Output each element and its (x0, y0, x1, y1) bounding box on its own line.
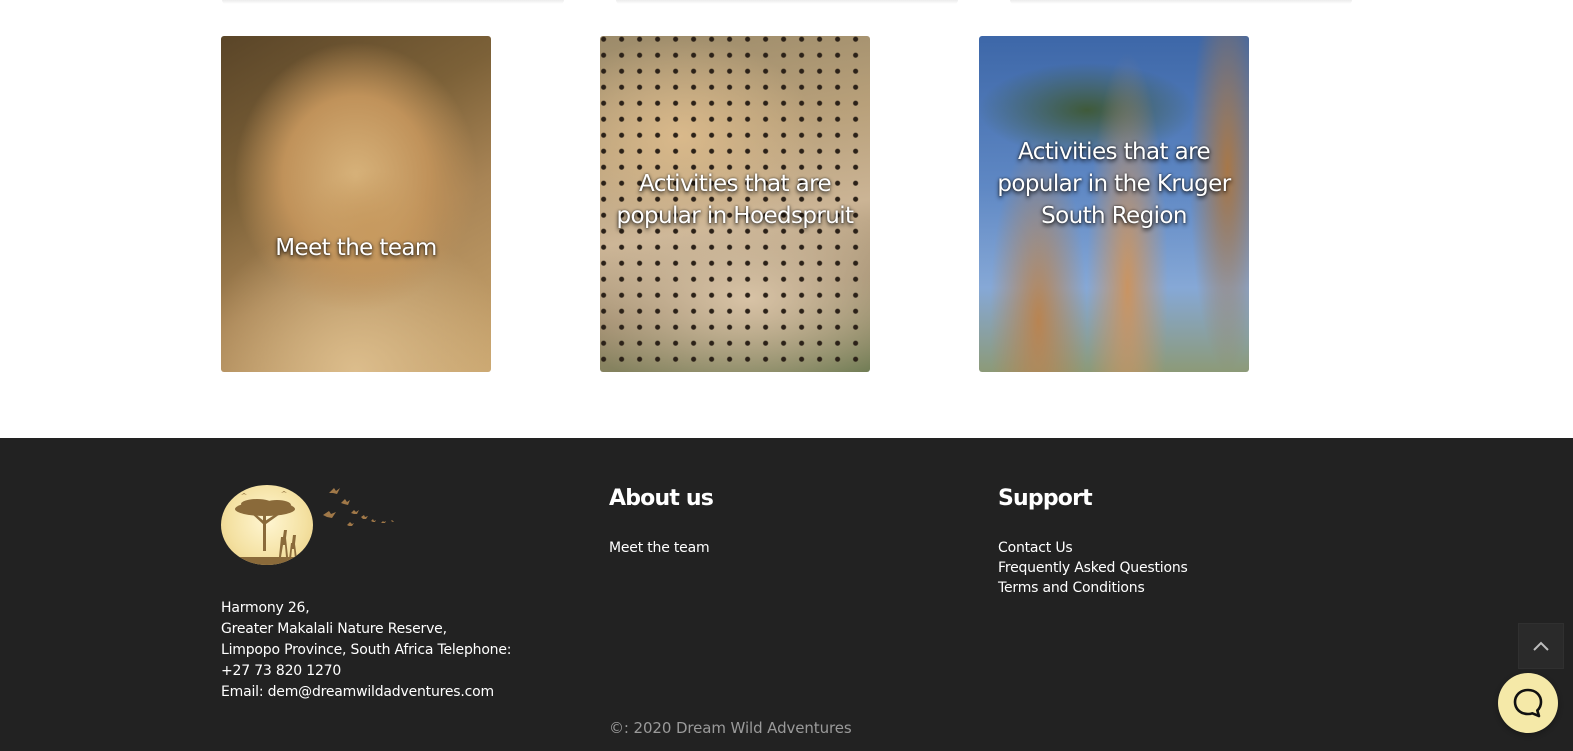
previous-section-edge (222, 0, 1352, 4)
lioness-image (221, 36, 491, 372)
support-heading: Support (998, 486, 1093, 511)
dream-wild-adventures-logo[interactable] (221, 485, 396, 565)
email-link[interactable]: dem@dreamwildadventures.com (268, 684, 495, 700)
previous-card-edge (1010, 0, 1352, 4)
address-line: Limpopo Province, South Africa Telephone… (221, 642, 512, 658)
card-kruger-south-activities[interactable]: Activities that are popular in the Kruge… (979, 36, 1249, 372)
footer-link-contact-us[interactable]: Contact Us (998, 538, 1188, 558)
telephone-number: +27 73 820 1270 (221, 663, 342, 679)
card-meet-the-team[interactable]: Meet the team (221, 36, 491, 372)
email-label: Email: (221, 684, 268, 700)
page: Meet the team Activities that are popula… (0, 0, 1573, 751)
flying-birds-icon (323, 488, 394, 526)
address-line: Greater Makalali Nature Reserve, (221, 621, 447, 637)
card-title: Activities that are popular in Hoedsprui… (616, 171, 855, 229)
previous-card-edge (616, 0, 958, 4)
back-to-top-button[interactable] (1518, 623, 1564, 669)
footer-link-faq[interactable]: Frequently Asked Questions (998, 558, 1188, 578)
chevron-up-icon (1533, 641, 1549, 651)
footer-link-meet-the-team[interactable]: Meet the team (609, 538, 713, 558)
about-heading: About us (609, 486, 714, 511)
footer-about-column: About us Meet the team (609, 486, 714, 558)
feature-cards: Meet the team Activities that are popula… (221, 36, 1249, 372)
footer-support-column: Support Contact Us Frequently Asked Ques… (998, 486, 1188, 598)
previous-card-edge (222, 0, 564, 4)
card-title: Meet the team (275, 235, 437, 261)
copyright-text: ©: 2020 Dream Wild Adventures (609, 719, 852, 737)
email-line: Email: dem@dreamwildadventures.com (221, 682, 511, 703)
acacia-tree-icon (221, 491, 313, 565)
site-footer: Harmony 26, Greater Makalali Nature Rese… (0, 438, 1573, 751)
chat-widget-button[interactable] (1498, 673, 1558, 733)
address-line: Harmony 26, (221, 600, 310, 616)
chat-bubble-icon (1513, 688, 1543, 718)
card-hoedspruit-activities[interactable]: Activities that are popular in Hoedsprui… (600, 36, 870, 372)
logo-moon (221, 485, 313, 565)
contact-address: Harmony 26, Greater Makalali Nature Rese… (221, 598, 511, 703)
footer-link-terms[interactable]: Terms and Conditions (998, 578, 1188, 598)
card-title: Activities that are popular in the Kruge… (997, 139, 1231, 229)
